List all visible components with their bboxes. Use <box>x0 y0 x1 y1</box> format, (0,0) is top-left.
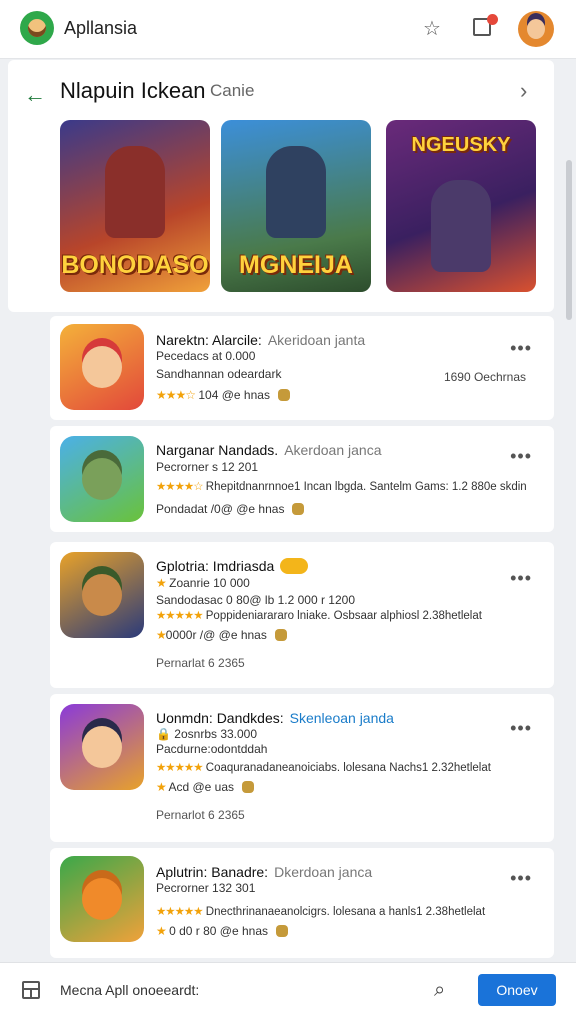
app-line: Zoanrie 10 000 <box>169 576 250 590</box>
app-line: Pondadat /0@ @e hnas <box>156 502 285 516</box>
game-character-art <box>431 180 491 272</box>
app-name: Narganar Nandads. <box>156 442 279 458</box>
app-logo[interactable] <box>20 11 54 45</box>
app-title: Apllansia <box>64 18 138 38</box>
badge-pill <box>280 558 309 574</box>
more-icon[interactable]: ••• <box>510 446 532 467</box>
app-tag: Skenleoan janda <box>289 710 394 726</box>
featured-tile-3[interactable]: NGEUSKY <box>386 120 536 292</box>
shopping-bag-icon <box>242 781 254 793</box>
app-name: Gplotria: Imdriasda <box>156 558 275 574</box>
app-line: Sandodasac 0 80@ lb 1.2 000 r 1200 <box>156 593 355 607</box>
app-icon <box>60 552 144 638</box>
section-subtitle: Canie <box>210 81 255 100</box>
open-button[interactable]: Onoev <box>478 974 556 1006</box>
list-item[interactable]: Gplotria: Imdriasda ★ Zoanrie 10 000 San… <box>50 542 554 688</box>
inbox-icon[interactable] <box>470 14 498 41</box>
app-line: Sandhannan odeardark <box>156 367 282 381</box>
top-app-bar: Apllansia ☆ <box>0 0 576 59</box>
list-item[interactable]: Uonmdn: Dandkdes: Skenleoan janda 🔒 2osnr… <box>50 694 554 842</box>
user-avatar[interactable] <box>518 11 554 47</box>
app-line: Pernarlot 6 2365 <box>156 808 245 822</box>
game-character-art <box>266 146 326 238</box>
app-name: Aplutrin: Banadre: <box>156 864 269 880</box>
app-line: 104 @e hnas <box>198 388 270 402</box>
list-item[interactable]: Aplutrin: Banadre: Dkerdoan janca Pecrorn… <box>50 848 554 958</box>
app-tag: Dkerdoan janca <box>274 864 373 880</box>
more-icon[interactable]: ••• <box>510 868 532 889</box>
featured-tile-label: MGNEIJA <box>239 251 353 279</box>
app-name: Uonmdn: Dandkdes: <box>156 710 284 726</box>
chevron-right-icon[interactable]: › <box>520 78 527 104</box>
bottom-text: Mecna Apll onoeeardt: <box>60 982 200 998</box>
app-line: Acd @e uas <box>168 780 234 794</box>
game-character-art <box>105 146 165 238</box>
app-tag: Akerdoan janca <box>284 442 382 458</box>
shopping-bag-icon <box>274 629 287 641</box>
app-line: Pecrorner 132 301 <box>156 881 256 895</box>
star-bookmark-icon[interactable]: ☆ <box>420 17 444 41</box>
app-icon <box>60 436 144 522</box>
app-line: Poppideniarararo lniake. Osbsaar alphios… <box>205 610 482 622</box>
app-line: Rhepitdnanrnnoe1 Incan lbgda. Santelm Ga… <box>205 481 527 493</box>
app-icon <box>60 704 144 790</box>
shopping-bag-icon <box>276 925 289 937</box>
featured-tile-label: NGEUSKY <box>411 134 511 156</box>
app-line: 2osnrbs 33.000 <box>174 727 258 741</box>
app-icon <box>60 324 144 410</box>
section-title: Nlapuin Ickean <box>60 78 206 103</box>
featured-tile-2[interactable]: MGNEIJA <box>221 120 371 292</box>
app-size: 1690 Oechrnas <box>443 370 526 384</box>
featured-section: ← Nlapuin Ickean Canie › BONODASO MGNEIJ… <box>8 60 554 312</box>
back-arrow-icon[interactable]: ← <box>24 82 46 108</box>
app-line: Pernarlat 6 2365 <box>156 656 245 670</box>
more-icon[interactable]: ••• <box>510 338 532 359</box>
featured-tile-label: BONODASO <box>61 251 209 279</box>
app-line: Pacdurne:odontddah <box>156 742 268 756</box>
app-line: 0000r /@ @e hnas <box>165 628 267 642</box>
notification-badge <box>487 14 498 25</box>
featured-tile-1[interactable]: BONODASO <box>60 120 210 292</box>
shopping-bag-icon <box>292 503 305 515</box>
app-line: 0 d0 r 80 @e hnas <box>169 924 269 938</box>
more-icon[interactable]: ••• <box>510 718 532 739</box>
rating-stars: ★★★★☆ <box>156 481 204 493</box>
app-line: Dnecthrinanaeanolcigrs. lolesana a hanls… <box>205 906 486 918</box>
rating-stars: ★★★★★ <box>156 610 204 622</box>
app-name: Narektn: Alarcile: <box>156 332 262 348</box>
app-line: Coaquranadaneanoiciabs. lolesana Nachs1 … <box>205 762 491 774</box>
scrollbar[interactable] <box>566 160 572 320</box>
app-icon <box>60 856 144 942</box>
grid-icon[interactable] <box>22 981 40 999</box>
more-icon[interactable]: ••• <box>510 568 532 589</box>
rating-stars: ★★★★★ <box>156 906 204 918</box>
search-icon[interactable]: ⌕ <box>434 979 456 1001</box>
list-item[interactable]: Narektn: Alarcile: Akeridoan janta Peceda… <box>50 316 554 420</box>
app-tag: Akeridoan janta <box>267 332 366 348</box>
bottom-bar: Mecna Apll onoeeardt: ⌕ Onoev <box>0 962 576 1025</box>
shopping-bag-icon <box>277 389 290 401</box>
app-line: Pecedacs at 0.000 <box>156 349 256 363</box>
rating-stars: ★★★☆ <box>156 388 196 402</box>
list-item[interactable]: Narganar Nandads. Akerdoan janca Pecrorne… <box>50 426 554 532</box>
app-line: Pecrorner s 12 201 <box>156 460 259 474</box>
rating-stars: ★★★★★ <box>156 762 204 774</box>
